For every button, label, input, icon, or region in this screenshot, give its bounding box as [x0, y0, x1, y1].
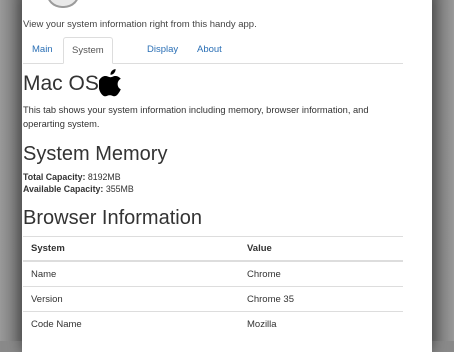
intro-text: View your system information right from … — [23, 19, 257, 30]
table-cell: Chrome 35 — [239, 286, 403, 312]
tab-bar: Main System Display About — [23, 37, 403, 64]
table-row: Code Name Mozilla — [23, 311, 403, 336]
available-capacity-row: Available Capacity: 355MB — [23, 184, 134, 194]
browser-heading: Browser Information — [23, 207, 202, 229]
table-cell: Chrome — [239, 260, 403, 287]
table-cell: Mozilla — [239, 311, 403, 336]
column-header-system: System — [23, 236, 239, 262]
apple-logo-icon — [98, 69, 123, 102]
browser-info-table: System Value Name Chrome Version Chrome … — [23, 236, 403, 336]
tab-about[interactable]: About — [188, 37, 231, 62]
system-description: This tab shows your system information i… — [23, 105, 369, 129]
tab-system[interactable]: System — [63, 37, 113, 64]
tab-display[interactable]: Display — [138, 37, 187, 62]
table-cell: Code Name — [23, 311, 239, 336]
memory-heading: System Memory — [23, 143, 168, 165]
available-capacity-label: Available Capacity: — [23, 184, 104, 194]
tab-main[interactable]: Main — [23, 37, 62, 62]
column-header-value: Value — [239, 236, 403, 262]
table-row: Version Chrome 35 — [23, 286, 403, 312]
table-row: Name Chrome — [23, 260, 403, 287]
table-header-row: System Value — [23, 236, 403, 262]
table-cell: Version — [23, 286, 239, 312]
available-capacity-value: 355MB — [105, 184, 134, 194]
table-cell: Name — [23, 260, 239, 287]
total-capacity-label: Total Capacity: — [23, 172, 86, 182]
os-heading: Mac OS — [23, 72, 99, 95]
total-capacity-value: 8192MB — [87, 172, 121, 182]
total-capacity-row: Total Capacity: 8192MB — [23, 172, 121, 182]
